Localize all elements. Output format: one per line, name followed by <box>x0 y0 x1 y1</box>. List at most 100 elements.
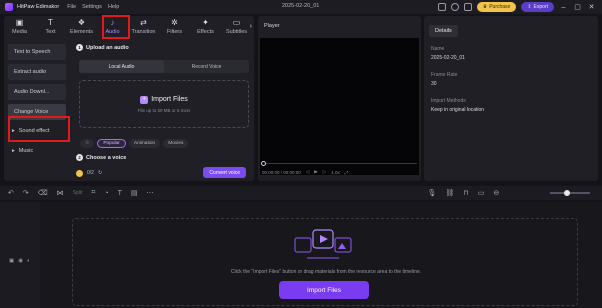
redo-icon[interactable]: ↷ <box>23 189 29 197</box>
undo-icon[interactable]: ↶ <box>8 189 14 197</box>
convert-row: 0/2 ↻ Convert voice <box>76 167 246 179</box>
magnet-icon[interactable]: ⊓ <box>463 189 468 197</box>
export-button[interactable]: ⇪ Export <box>521 2 554 12</box>
visibility-icon[interactable]: ◉ <box>18 258 23 264</box>
voice-step-heading: 2 Choose a voice <box>76 154 126 161</box>
tab-effects[interactable]: ✦ Effects <box>190 16 221 38</box>
plus-icon: + <box>140 95 149 104</box>
zoom-slider[interactable] <box>550 190 590 196</box>
detail-import-methods: Import Methods Keep in original location <box>431 98 484 113</box>
lock-icon[interactable]: ▣ <box>9 258 14 264</box>
step-number: 2 <box>76 154 83 161</box>
chat-icon[interactable] <box>463 3 472 11</box>
sidebar-item-extract-audio[interactable]: Extract audio <box>8 64 66 80</box>
filters-icon: ✲ <box>171 18 178 27</box>
credits-count: 0/2 <box>87 170 94 176</box>
timeline-toolbar: ↶ ↷ ⌫ ⋈ Split ⌗ ◔ T ▤ ⋯ 🎙 ⛓ ⊓ ▭ ⊖ <box>0 186 602 200</box>
detail-key: Name <box>431 46 445 52</box>
video-preview[interactable] <box>260 38 419 175</box>
import-files-link[interactable]: + Import Files <box>140 95 188 104</box>
detail-frame-rate: Frame Rate 30 <box>431 72 457 87</box>
timeline-drop-zone[interactable]: Click the "Import Files" button or drag … <box>72 218 578 306</box>
more-icon[interactable]: ⋯ <box>146 189 153 197</box>
zoom-out-icon[interactable]: ⊖ <box>493 189 499 197</box>
game-icon[interactable] <box>437 3 446 11</box>
sidebar-group-music[interactable]: ▸ Music <box>8 144 66 158</box>
scrubber-handle[interactable] <box>261 161 266 166</box>
project-title: 2025-02-20_01 <box>282 3 320 9</box>
caret-right-icon: ▸ <box>12 148 15 154</box>
split-icon[interactable]: ⋈ <box>57 189 64 197</box>
player-panel: Player 00:00:00 / 00:00:00 ◁ ▶ ▷ 1.0x ⤢ <box>258 16 421 181</box>
detail-value: 30 <box>431 81 437 87</box>
crown-icon: ♛ <box>482 4 488 10</box>
text-icon[interactable]: T <box>118 190 122 197</box>
playback-speed[interactable]: 1.0x <box>331 170 340 175</box>
microphone-icon[interactable]: 🎙 <box>427 189 436 197</box>
subtitles-icon: ▭ <box>232 18 241 27</box>
favorite-star-icon[interactable]: ☆ <box>80 139 95 148</box>
track-icon[interactable]: ▭ <box>478 189 485 197</box>
menu-help[interactable]: Help <box>108 4 119 10</box>
purchase-label: Purchase <box>489 4 511 10</box>
chevron-right-icon[interactable]: › <box>250 23 252 30</box>
audio-drop-zone[interactable]: + Import Files File up to 50 MB or 5 mins <box>79 80 249 128</box>
speed-icon[interactable]: ◔ <box>104 190 108 197</box>
menu-bar: File Settings Help <box>67 4 119 10</box>
purchase-button[interactable]: ♛ Purchase <box>476 2 517 12</box>
import-media-illustration <box>294 229 352 259</box>
menu-file[interactable]: File <box>67 4 76 10</box>
tab-media[interactable]: ▣ Media <box>4 16 35 38</box>
tab-local-audio[interactable]: Local Audio <box>79 60 164 73</box>
tab-filters[interactable]: ✲ Filters <box>159 16 190 38</box>
split-label: Split <box>72 190 83 196</box>
tab-subtitles[interactable]: ▭ Subtitles <box>221 16 252 38</box>
change-voice-highlight <box>8 116 70 142</box>
sidebar-item-audio-download[interactable]: Audio Downl... <box>8 84 66 100</box>
tab-details[interactable]: Details <box>429 25 458 37</box>
play-icon[interactable]: ▶ <box>314 169 317 175</box>
tab-label: Transition <box>131 29 156 35</box>
export-icon: ⇪ <box>527 4 532 10</box>
upload-hint: File up to 50 MB or 5 mins <box>137 107 191 113</box>
details-panel: Details Name 2025-02-20_01 Frame Rate 30… <box>424 16 598 181</box>
transition-icon: ⇄ <box>140 18 147 27</box>
fullscreen-icon[interactable]: ⤢ <box>345 170 349 175</box>
delete-icon[interactable]: ⌫ <box>38 189 48 197</box>
bell-icon[interactable] <box>450 3 459 11</box>
timeline-import-button[interactable]: Import Files <box>279 281 369 299</box>
tab-transition[interactable]: ⇄ Transition <box>128 16 159 38</box>
close-icon[interactable]: ✕ <box>587 3 596 11</box>
coin-icon <box>76 169 83 177</box>
effects-icon: ✦ <box>202 18 209 27</box>
refresh-icon[interactable]: ↻ <box>98 170 102 176</box>
tab-record-voice[interactable]: Record Voice <box>164 60 249 73</box>
ai-icon[interactable]: ▤ <box>131 189 138 197</box>
crop-icon[interactable]: ⌗ <box>91 189 95 197</box>
convert-voice-button[interactable]: Convert voice <box>203 167 246 178</box>
tab-animation[interactable]: Animation <box>128 139 161 148</box>
track-controls: ▣ ◉ ◐ <box>9 258 30 264</box>
tab-popular[interactable]: Popular <box>97 139 126 148</box>
menu-settings[interactable]: Settings <box>82 4 102 10</box>
sidebar-item-text-to-speech[interactable]: Text to Speech <box>8 44 66 60</box>
tab-text[interactable]: T Text <box>35 16 66 38</box>
step-label: Upload an audio <box>86 44 129 51</box>
maximize-icon[interactable]: ▢ <box>573 3 582 11</box>
audio-tab-highlight <box>102 15 130 39</box>
change-voice-panel: 1 Upload an audio Local Audio Record Voic… <box>76 44 250 179</box>
folder-icon: ▣ <box>15 18 24 27</box>
app-logo <box>5 3 13 11</box>
mute-icon[interactable]: ◐ <box>27 258 30 264</box>
titlebar-actions: ♛ Purchase ⇪ Export – ▢ ✕ <box>437 0 602 14</box>
scrubber-track[interactable] <box>262 163 417 164</box>
prev-frame-icon[interactable]: ◁ <box>306 169 309 175</box>
group-label: Music <box>18 148 34 154</box>
tab-elements[interactable]: ❖ Elements <box>66 16 97 38</box>
step-label: Choose a voice <box>86 154 127 161</box>
tab-movies[interactable]: Movies <box>163 139 189 148</box>
link-icon[interactable]: ⛓ <box>445 189 454 197</box>
next-frame-icon[interactable]: ▷ <box>323 169 326 175</box>
minimize-icon[interactable]: – <box>559 4 568 11</box>
zoom-slider-handle[interactable] <box>564 190 570 196</box>
